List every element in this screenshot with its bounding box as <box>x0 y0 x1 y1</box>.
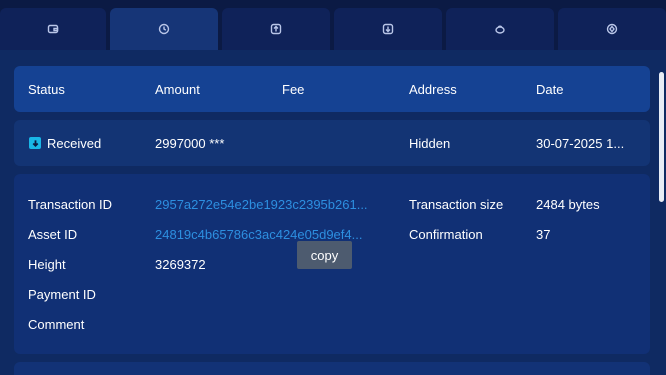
comment-label: Comment <box>28 317 85 332</box>
tab-send[interactable] <box>222 8 330 50</box>
height-label: Height <box>28 257 66 272</box>
column-address[interactable]: Address <box>409 82 457 97</box>
table-row[interactable] <box>14 362 650 375</box>
tab-staking[interactable] <box>446 8 554 50</box>
asset-id-label: Asset ID <box>28 227 78 242</box>
payment-id-label: Payment ID <box>28 287 96 302</box>
tx-address: Hidden <box>409 136 451 151</box>
tab-wallet[interactable] <box>0 8 106 50</box>
tx-amount: 2997000 *** <box>155 136 225 151</box>
tx-status: Received <box>47 136 102 151</box>
tab-history[interactable] <box>110 8 218 50</box>
tx-size-label: Transaction size <box>409 197 504 212</box>
table-header: Status Amount Fee Address Date <box>14 66 650 112</box>
piggy-bank-icon <box>495 25 505 34</box>
upload-icon <box>270 23 282 35</box>
received-icon <box>29 137 41 149</box>
tab-contracts[interactable] <box>558 8 666 50</box>
tx-date: 30-07-2025 1... <box>536 136 625 151</box>
clock-icon <box>158 23 170 35</box>
asset-id-link[interactable]: 24819c4b65786c3ac424e05d9ef4... <box>155 227 362 242</box>
download-icon <box>382 23 394 35</box>
scrollbar-thumb[interactable] <box>659 72 664 202</box>
column-status[interactable]: Status <box>28 82 65 97</box>
confirmation-label: Confirmation <box>409 227 483 242</box>
tx-id-link[interactable]: 2957a272e54e2be1923c2395b261... <box>155 197 368 212</box>
coin-icon <box>606 23 618 35</box>
scrollbar[interactable] <box>656 66 666 375</box>
copy-tooltip[interactable]: copy <box>297 241 352 269</box>
table-row[interactable]: Received 2997000 *** Hidden 30-07-2025 1… <box>14 120 650 166</box>
height-value: 3269372 <box>155 257 206 272</box>
column-fee[interactable]: Fee <box>282 82 304 97</box>
wallet-icon <box>47 24 59 34</box>
confirmation-value: 37 <box>536 227 551 242</box>
tx-id-label: Transaction ID <box>28 197 113 212</box>
column-date[interactable]: Date <box>536 82 563 97</box>
column-amount[interactable]: Amount <box>155 82 200 97</box>
tx-size-value: 2484 bytes <box>536 197 600 212</box>
tab-receive[interactable] <box>334 8 442 50</box>
tab-bar <box>0 0 666 50</box>
